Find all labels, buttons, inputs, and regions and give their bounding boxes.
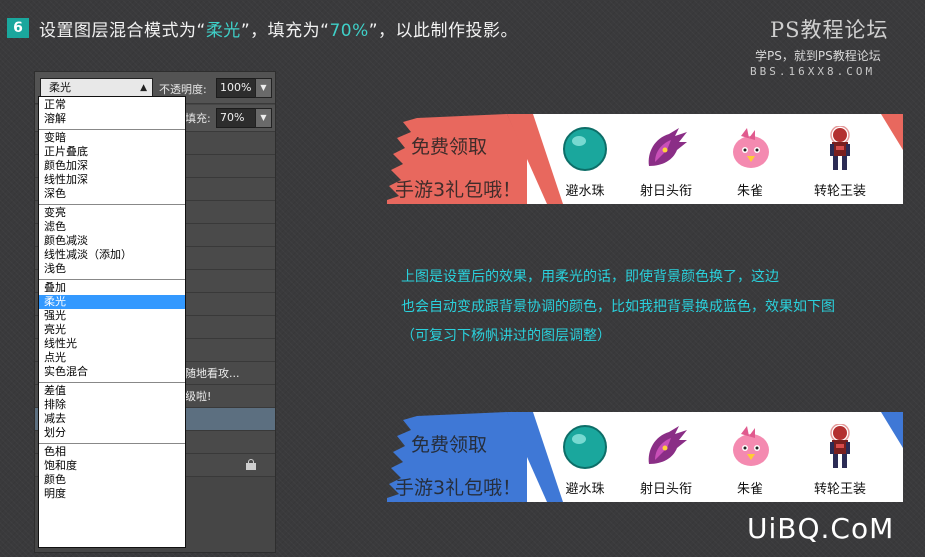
banner-title: 免费领取	[411, 434, 488, 456]
fill-input[interactable]: 70%	[216, 108, 257, 128]
banner-soft-light-red: 免费领取 手游3礼包哦！ 避水珠 射日头衔 朱雀 转轮王装	[387, 114, 903, 204]
blend-mode-option[interactable]: 线性光	[39, 337, 185, 351]
blend-mode-option-selected[interactable]: 柔光	[39, 295, 185, 309]
chevron-down-icon: ▼	[260, 113, 267, 122]
banner-subtitle: 手游3礼包哦！	[395, 179, 522, 201]
logo-main-text: PS教程论坛	[770, 18, 889, 42]
fill-dropdown-button[interactable]: ▼	[255, 108, 272, 128]
blend-mode-dropdown-list: 正常 溶解 变暗 正片叠底 颜色加深 线性加深 深色 变亮 滤色 颜色减淡 线性减淡（添加） 浅色 叠加…	[38, 96, 186, 548]
blend-mode-value: 柔光	[49, 81, 71, 94]
title-highlight-mode: 柔光	[205, 21, 241, 41]
lock-icon	[246, 459, 256, 470]
blend-mode-option[interactable]: 颜色加深	[39, 159, 185, 173]
title-middle: ”，填充为“	[240, 21, 330, 41]
blend-mode-option[interactable]: 色相	[39, 445, 185, 459]
prize-item: 避水珠	[542, 424, 622, 497]
blend-mode-option[interactable]: 深色	[39, 187, 185, 201]
blend-mode-group: 色相 饱和度 颜色 明度	[39, 444, 185, 504]
phoenix-head-icon	[648, 128, 687, 166]
blend-mode-option[interactable]: 强光	[39, 309, 185, 323]
prize-label: 转轮王装	[813, 184, 866, 199]
fill-label: 填充:	[185, 112, 211, 125]
description-line-3: （可复习下杨帆讲过的图层调整）	[401, 328, 611, 344]
prize-label: 射日头衔	[639, 184, 692, 199]
blend-mode-option[interactable]: 正片叠底	[39, 145, 185, 159]
blend-mode-option[interactable]: 点光	[39, 351, 185, 365]
prize-item: 射日头衔	[623, 424, 703, 497]
select-arrows-icon: ▲	[140, 83, 147, 93]
opacity-dropdown-button[interactable]: ▼	[255, 78, 272, 98]
prize-item: 转轮王装	[797, 424, 877, 497]
description-line-2: 也会自动变成跟背景协调的颜色，比如我把背景换成蓝色，效果如下图	[401, 299, 835, 315]
blend-mode-option[interactable]: 明度	[39, 487, 185, 501]
prize-label: 射日头衔	[639, 482, 692, 497]
prize-item: 转轮王装	[797, 126, 877, 199]
blend-mode-option[interactable]: 差值	[39, 384, 185, 398]
logo-sub-text: 学PS，就到PS教程论坛	[755, 49, 881, 63]
pearl-icon	[563, 425, 607, 469]
site-watermark: UiBQ.CoM	[747, 512, 895, 545]
layer-name: 级啦!	[185, 390, 212, 403]
blend-mode-option[interactable]: 溶解	[39, 112, 185, 126]
title-prefix: 设置图层混合模式为“	[39, 21, 206, 41]
blend-mode-option[interactable]: 划分	[39, 426, 185, 440]
blend-mode-option[interactable]: 减去	[39, 412, 185, 426]
blend-mode-group: 正常 溶解	[39, 97, 185, 130]
armor-figure-icon	[830, 126, 850, 170]
banner-subtitle: 手游3礼包哦！	[395, 477, 522, 499]
chevron-down-icon: ▼	[260, 83, 267, 92]
description-line-1: 上图是设置后的效果，用柔光的话，即使背景颜色换了，这边	[401, 269, 779, 285]
title-highlight-fill: 70%	[329, 21, 369, 41]
blend-mode-option[interactable]: 浅色	[39, 262, 185, 276]
blend-mode-option[interactable]: 实色混合	[39, 365, 185, 379]
banner-title: 免费领取	[411, 136, 488, 158]
blend-mode-group: 差值 排除 减去 划分	[39, 383, 185, 444]
opacity-input[interactable]: 100%	[216, 78, 257, 98]
prize-item: 朱雀	[707, 424, 787, 497]
banner-soft-light-blue: 免费领取 手游3礼包哦！ 避水珠 射日头衔 朱雀 转轮王装	[387, 412, 903, 502]
blend-mode-option[interactable]: 变亮	[39, 206, 185, 220]
blend-mode-option[interactable]: 滤色	[39, 220, 185, 234]
prize-label: 朱雀	[736, 482, 763, 497]
blend-mode-option[interactable]: 颜色减淡	[39, 234, 185, 248]
blend-mode-group: 叠加 柔光 强光 亮光 线性光 点光 实色混合	[39, 280, 185, 383]
prize-item: 射日头衔	[623, 126, 703, 199]
armor-figure-icon	[830, 424, 850, 468]
prize-item: 避水珠	[542, 126, 622, 199]
blend-mode-option[interactable]: 亮光	[39, 323, 185, 337]
blend-mode-option[interactable]: 线性加深	[39, 173, 185, 187]
blend-mode-group: 变亮 滤色 颜色减淡 线性减淡（添加） 浅色	[39, 205, 185, 280]
blend-mode-group: 变暗 正片叠底 颜色加深 线性加深 深色	[39, 130, 185, 205]
step-number-badge: 6	[7, 18, 29, 38]
blend-mode-option[interactable]: 线性减淡（添加）	[39, 248, 185, 262]
blend-mode-option[interactable]: 排除	[39, 398, 185, 412]
step-title: 设置图层混合模式为“柔光”，填充为“70%”，以此制作投影。	[39, 16, 518, 41]
blend-mode-option[interactable]: 正常	[39, 98, 185, 112]
prize-label: 避水珠	[565, 482, 605, 497]
vermilion-bird-icon	[733, 128, 769, 168]
prize-label: 避水珠	[565, 184, 605, 199]
prize-label: 朱雀	[736, 184, 763, 199]
site-logo: PS教程论坛 学PS，就到PS教程论坛 BBS.16XX8.COM	[750, 14, 920, 78]
opacity-label: 不透明度:	[159, 83, 207, 96]
pearl-icon	[563, 127, 607, 171]
blend-mode-option[interactable]: 变暗	[39, 131, 185, 145]
blend-mode-option[interactable]: 叠加	[39, 281, 185, 295]
title-suffix: ”，以此制作投影。	[368, 21, 519, 41]
logo-url-text: BBS.16XX8.COM	[750, 65, 876, 78]
vermilion-bird-icon	[733, 426, 769, 466]
prize-item: 朱雀	[707, 126, 787, 199]
blend-mode-option[interactable]: 颜色	[39, 473, 185, 487]
blend-mode-option[interactable]: 饱和度	[39, 459, 185, 473]
prize-label: 转轮王装	[813, 482, 866, 497]
phoenix-head-icon	[648, 426, 687, 464]
blend-mode-select[interactable]: 柔光 ▲	[40, 78, 153, 98]
layer-name: 随地看攻...	[185, 367, 240, 380]
